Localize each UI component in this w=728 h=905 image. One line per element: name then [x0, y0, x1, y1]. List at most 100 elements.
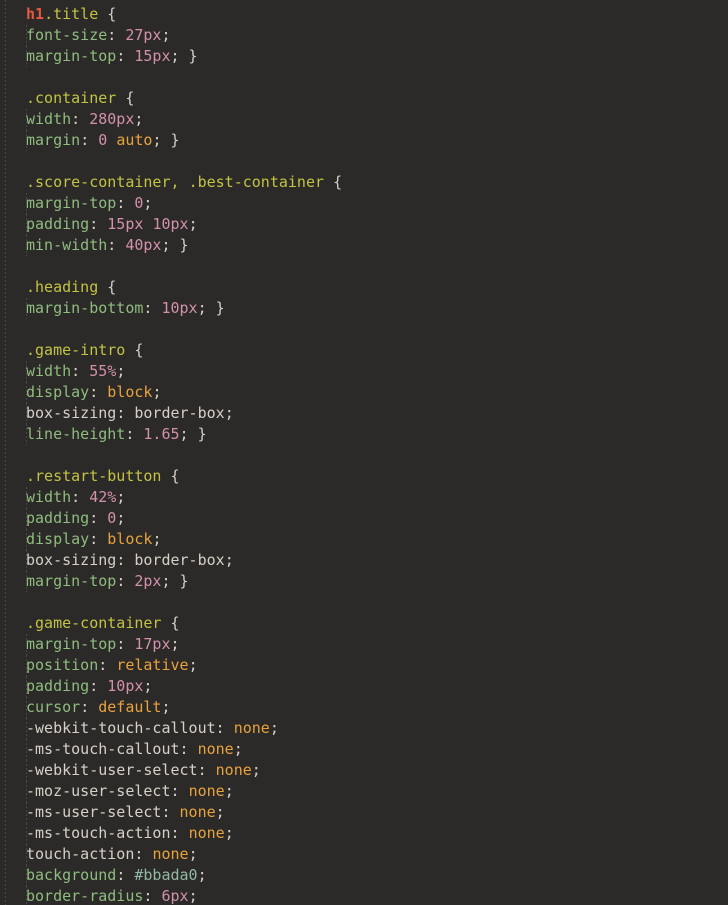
- code-line[interactable]: [0, 592, 728, 613]
- code-line[interactable]: display: block;: [0, 382, 728, 403]
- code-line[interactable]: .score-container, .best-container {: [0, 172, 728, 193]
- code-token: 10px: [152, 215, 189, 233]
- code-token: #bbada0: [134, 866, 198, 884]
- code-line[interactable]: margin-top: 2px; }: [0, 571, 728, 592]
- code-token: 15px: [107, 215, 144, 233]
- code-line[interactable]: width: 55%;: [0, 361, 728, 382]
- code-line[interactable]: [0, 319, 728, 340]
- code-line[interactable]: min-width: 40px; }: [0, 235, 728, 256]
- code-token: :: [89, 677, 108, 695]
- code-line[interactable]: margin-bottom: 10px; }: [0, 298, 728, 319]
- code-line[interactable]: [0, 67, 728, 88]
- code-token: ;: [224, 824, 234, 842]
- code-line[interactable]: line-height: 1.65; }: [0, 424, 728, 445]
- code-line[interactable]: position: relative;: [0, 655, 728, 676]
- code-line[interactable]: .heading {: [0, 277, 728, 298]
- code-line[interactable]: touch-action: none;: [0, 844, 728, 865]
- code-token: :: [215, 719, 234, 737]
- code-token: 15px: [134, 47, 171, 65]
- code-line[interactable]: .game-container {: [0, 613, 728, 634]
- code-token: line-height: [26, 425, 126, 443]
- code-line[interactable]: -ms-user-select: none;: [0, 802, 728, 823]
- code-line[interactable]: display: block;: [0, 529, 728, 550]
- code-token: .game-intro: [26, 341, 126, 359]
- code-token: :: [89, 530, 108, 548]
- code-token: -webkit-user-select: [26, 761, 198, 779]
- code-line[interactable]: .game-intro {: [0, 340, 728, 361]
- code-token: {: [107, 278, 117, 296]
- code-line[interactable]: padding: 15px 10px;: [0, 214, 728, 235]
- code-token: margin-top: [26, 47, 117, 65]
- code-token: 0: [107, 509, 117, 527]
- code-token: :: [161, 803, 180, 821]
- code-token: ;: [170, 635, 180, 653]
- code-token: 2px: [134, 572, 162, 590]
- code-token: none: [188, 782, 225, 800]
- code-token: :: [71, 362, 90, 380]
- code-line[interactable]: [0, 445, 728, 466]
- code-line[interactable]: width: 280px;: [0, 109, 728, 130]
- code-line[interactable]: -ms-touch-callout: none;: [0, 739, 728, 760]
- code-token: block: [107, 530, 153, 548]
- code-token: :: [80, 131, 99, 149]
- code-token: background: [26, 866, 117, 884]
- code-line[interactable]: -moz-user-select: none;: [0, 781, 728, 802]
- code-line[interactable]: [0, 256, 728, 277]
- code-line[interactable]: box-sizing: border-box;: [0, 403, 728, 424]
- code-line[interactable]: padding: 0;: [0, 508, 728, 529]
- code-token: ;: [134, 110, 144, 128]
- code-line[interactable]: border-radius: 6px;: [0, 886, 728, 905]
- code-token: touch-action: [26, 845, 135, 863]
- code-line[interactable]: .restart-button {: [0, 466, 728, 487]
- code-token: ,: [170, 173, 180, 191]
- code-content[interactable]: h1.title {font-size: 27px; margin-top: 15…: [0, 0, 728, 905]
- code-line[interactable]: -ms-touch-action: none;: [0, 823, 728, 844]
- code-line[interactable]: [0, 151, 728, 172]
- code-token: :: [116, 551, 135, 569]
- code-line[interactable]: margin: 0 auto; }: [0, 130, 728, 151]
- code-token: :: [71, 110, 90, 128]
- code-token: :: [170, 782, 189, 800]
- code-line[interactable]: cursor: default;: [0, 697, 728, 718]
- code-token: :: [80, 698, 99, 716]
- code-token: ;: [161, 26, 171, 44]
- code-token: :: [116, 572, 135, 590]
- code-line[interactable]: -webkit-touch-callout: none;: [0, 718, 728, 739]
- code-line[interactable]: background: #bbada0;: [0, 865, 728, 886]
- code-token: :: [143, 299, 162, 317]
- code-token: 42%: [89, 488, 117, 506]
- code-token: 40px: [125, 236, 162, 254]
- code-token: :: [89, 215, 108, 233]
- code-token: ;: [224, 404, 234, 422]
- code-line[interactable]: .container {: [0, 88, 728, 109]
- code-token: -moz-user-select: [26, 782, 171, 800]
- code-editor[interactable]: h1.title {font-size: 27px; margin-top: 15…: [0, 0, 728, 905]
- code-token: :: [98, 656, 117, 674]
- code-line[interactable]: margin-top: 0;: [0, 193, 728, 214]
- code-token: none: [179, 803, 216, 821]
- code-token: :: [71, 488, 90, 506]
- code-token: ;: [161, 698, 171, 716]
- code-token: :: [134, 845, 153, 863]
- code-token: ;: [188, 887, 198, 905]
- code-token: ; }: [197, 299, 225, 317]
- code-token: ;: [116, 488, 126, 506]
- code-line[interactable]: box-sizing: border-box;: [0, 550, 728, 571]
- code-token: {: [170, 614, 180, 632]
- code-line[interactable]: margin-top: 15px; }: [0, 46, 728, 67]
- code-token: {: [107, 5, 117, 23]
- code-token: padding: [26, 215, 90, 233]
- code-token: ;: [116, 509, 126, 527]
- code-line[interactable]: -webkit-user-select: none;: [0, 760, 728, 781]
- code-line[interactable]: margin-top: 17px;: [0, 634, 728, 655]
- code-token: none: [152, 845, 189, 863]
- code-line[interactable]: font-size: 27px;: [0, 25, 728, 46]
- code-line[interactable]: padding: 10px;: [0, 676, 728, 697]
- code-token: ;: [152, 530, 162, 548]
- code-line[interactable]: width: 42%;: [0, 487, 728, 508]
- code-token: .heading: [26, 278, 99, 296]
- code-token: none: [197, 740, 234, 758]
- code-line[interactable]: h1.title {: [0, 4, 728, 25]
